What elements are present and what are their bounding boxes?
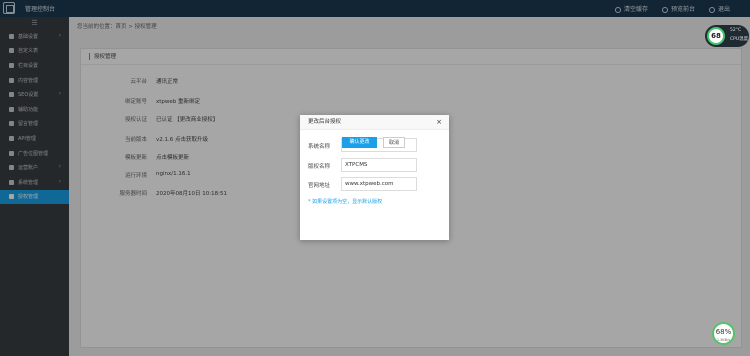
temp-value: 52°C xyxy=(730,28,742,33)
close-icon[interactable]: × xyxy=(436,115,442,130)
cpu-label: CPU温度 xyxy=(730,37,749,42)
website-input[interactable] xyxy=(341,177,417,191)
website-label: 官网地址 xyxy=(308,183,331,189)
cancel-button[interactable]: 取消 xyxy=(383,137,405,148)
net-rate: 1.5KB/s xyxy=(716,338,731,342)
copyright-name-input[interactable] xyxy=(341,158,417,172)
website-row: 官网地址 xyxy=(308,177,438,191)
copyright-name-label: 版权名称 xyxy=(308,164,331,170)
system-name-label: 系统名称 xyxy=(308,144,331,150)
network-speed-widget[interactable]: 68% 1.5KB/s xyxy=(712,322,735,345)
copyright-name-row: 版权名称 xyxy=(308,158,438,172)
change-license-dialog: 更改后台授权 × 系统名称 版权名称 官网地址 * 如果设置项为空，显示默认版权 xyxy=(300,115,449,240)
dialog-title: 更改后台授权 xyxy=(308,119,342,125)
net-percent: 68% xyxy=(715,328,732,336)
cpu-temp-widget[interactable]: 68 52°C CPU温度 xyxy=(705,25,749,47)
dialog-tip: * 如果设置项为空，显示默认版权 xyxy=(308,199,383,205)
cpu-gauge: 68 xyxy=(707,27,725,45)
confirm-button[interactable]: 确认更改 xyxy=(342,137,377,148)
dialog-header: 更改后台授权 × xyxy=(300,115,449,130)
